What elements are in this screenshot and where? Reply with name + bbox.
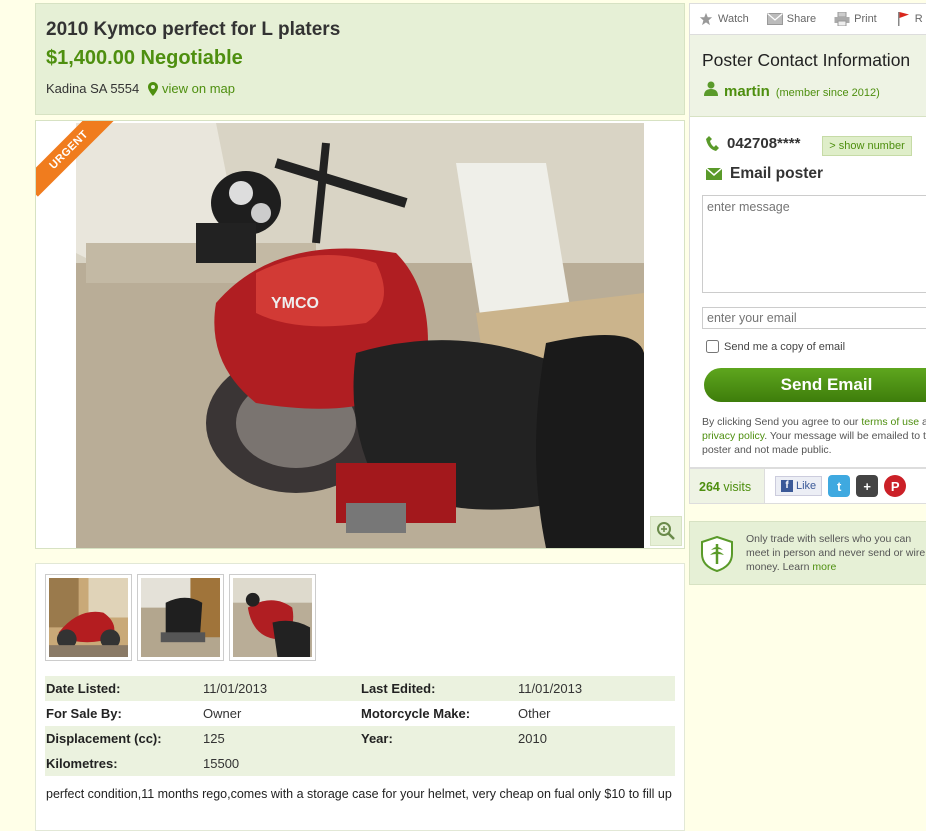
main-image-container: YMCO URGENT (35, 120, 685, 549)
envelope-icon (766, 13, 783, 25)
attribute-row: Displacement (cc): 125 Year: 2010 (45, 726, 675, 751)
thumbnail-3[interactable] (229, 574, 316, 661)
map-pin-icon (148, 81, 158, 96)
thumbnail-3-image (233, 578, 312, 657)
attribute-row: Kilometres: 15500 (45, 751, 675, 776)
facebook-like-button[interactable]: f Like (775, 476, 823, 496)
legal-notice: By clicking Send you agree to our terms … (702, 415, 926, 457)
terms-of-use-link[interactable]: terms of use (861, 416, 919, 428)
shield-icon (701, 536, 733, 572)
thumbnail-strip (45, 574, 316, 661)
zoom-in-icon (657, 522, 675, 540)
attribute-value: Owner (203, 706, 242, 721)
mail-icon (706, 168, 722, 180)
sidebar: Watch Share Print R Poster Contact Infor… (689, 3, 926, 831)
watch-button[interactable]: Watch (690, 12, 749, 26)
attribute-value: 15500 (202, 751, 360, 776)
facebook-icon: f (781, 480, 793, 492)
email-poster-heading: Email poster (730, 165, 824, 182)
thumbnail-1-image (49, 578, 128, 657)
attribute-value: 11/01/2013 (202, 676, 360, 701)
copy-email-label: Send me a copy of email (724, 340, 846, 353)
privacy-policy-link[interactable]: privacy policy (702, 430, 764, 442)
attribute-key: Last Edited: (360, 676, 517, 701)
like-label: Like (796, 480, 817, 492)
copy-email-checkbox[interactable] (706, 340, 719, 353)
visits-label: visits (723, 480, 752, 494)
attribute-row: For Sale By: Owner Motorcycle Make: Othe… (45, 701, 675, 726)
attribute-value: 2010 (517, 726, 675, 751)
message-textarea[interactable] (702, 195, 926, 293)
member-name-link[interactable]: martin (724, 83, 770, 100)
legal-prefix: By clicking Send you agree to our (702, 416, 862, 428)
report-button[interactable]: R (887, 12, 923, 26)
svg-text:YMCO: YMCO (271, 295, 319, 312)
phone-number: 042708**** (727, 135, 801, 152)
email-input[interactable] (702, 307, 926, 329)
zoom-button[interactable] (650, 516, 682, 546)
attribute-key (360, 751, 517, 776)
listing-location: Kadina SA 5554 (46, 81, 140, 96)
member-info: martin (member since 2012) (704, 81, 880, 100)
action-toolbar: Watch Share Print R (689, 3, 926, 35)
view-on-map-label: view on map (162, 81, 235, 96)
watch-label: Watch (718, 13, 749, 25)
listing-price: $1,400.00 Negotiable (46, 47, 243, 69)
attribute-value: Other (518, 706, 551, 721)
listing-title: 2010 Kymco perfect for L platers (46, 19, 341, 40)
google-plus-icon[interactable]: + (856, 475, 879, 497)
print-button[interactable]: Print (826, 12, 877, 26)
safety-text: Only trade with sellers who you can meet… (746, 532, 926, 574)
attribute-key: Date Listed: (45, 676, 202, 701)
phone-row: 042708**** (706, 135, 800, 152)
visit-counter: 264 visits (699, 480, 751, 494)
copy-email-option[interactable]: Send me a copy of email (706, 340, 845, 353)
pinterest-icon[interactable]: P (884, 475, 907, 497)
share-button[interactable]: Share (759, 12, 816, 26)
contact-panel: Poster Contact Information martin (membe… (689, 35, 926, 468)
attribute-key: Kilometres: (45, 751, 202, 776)
safety-more-link[interactable]: more (812, 561, 836, 573)
attribute-value: 11/01/2013 (517, 676, 675, 701)
twitter-icon[interactable]: t (828, 475, 851, 497)
attribute-key: Displacement (cc): (45, 726, 202, 751)
email-row: Email poster (706, 165, 823, 183)
contact-header: Poster Contact Information martin (membe… (690, 35, 926, 117)
thumbnail-1[interactable] (45, 574, 132, 661)
share-label: Share (786, 13, 817, 25)
stats-bar: 264 visits f Like t + P (689, 468, 926, 504)
listing-header: 2010 Kymco perfect for L platers $1,400.… (35, 3, 685, 115)
show-number-button[interactable]: > show number (822, 136, 912, 156)
attribute-key: Motorcycle Make: (361, 706, 471, 721)
thumbnail-2[interactable] (137, 574, 224, 661)
attribute-key: Year: (360, 726, 517, 751)
flag-icon (897, 12, 909, 26)
attributes-table: Date Listed: 11/01/2013 Last Edited: 11/… (45, 676, 675, 776)
thumbnail-2-image (141, 578, 220, 657)
star-icon (699, 12, 713, 26)
user-icon (704, 81, 718, 96)
member-since: (member since 2012) (775, 87, 880, 99)
social-share-bar: f Like t + P (764, 469, 926, 503)
attribute-value (517, 751, 675, 776)
printer-icon (834, 12, 850, 26)
legal-and: and (922, 416, 926, 428)
send-email-button[interactable]: Send Email (704, 368, 926, 402)
attribute-value: 125 (202, 726, 360, 751)
listing-description: perfect condition,11 months rego,comes w… (46, 787, 672, 801)
view-on-map-link[interactable]: view on map (148, 81, 235, 96)
contact-title: Poster Contact Information (702, 50, 911, 70)
report-label: R (914, 13, 923, 25)
visits-count: 264 (699, 480, 720, 494)
print-label: Print (854, 13, 877, 25)
main-photo[interactable]: YMCO (76, 123, 644, 548)
safety-tip: Only trade with sellers who you can meet… (689, 521, 926, 585)
phone-icon (706, 135, 719, 151)
attribute-row: Date Listed: 11/01/2013 Last Edited: 11/… (45, 676, 675, 701)
details-section: Date Listed: 11/01/2013 Last Edited: 11/… (35, 563, 685, 831)
attribute-key: For Sale By: (46, 706, 122, 721)
